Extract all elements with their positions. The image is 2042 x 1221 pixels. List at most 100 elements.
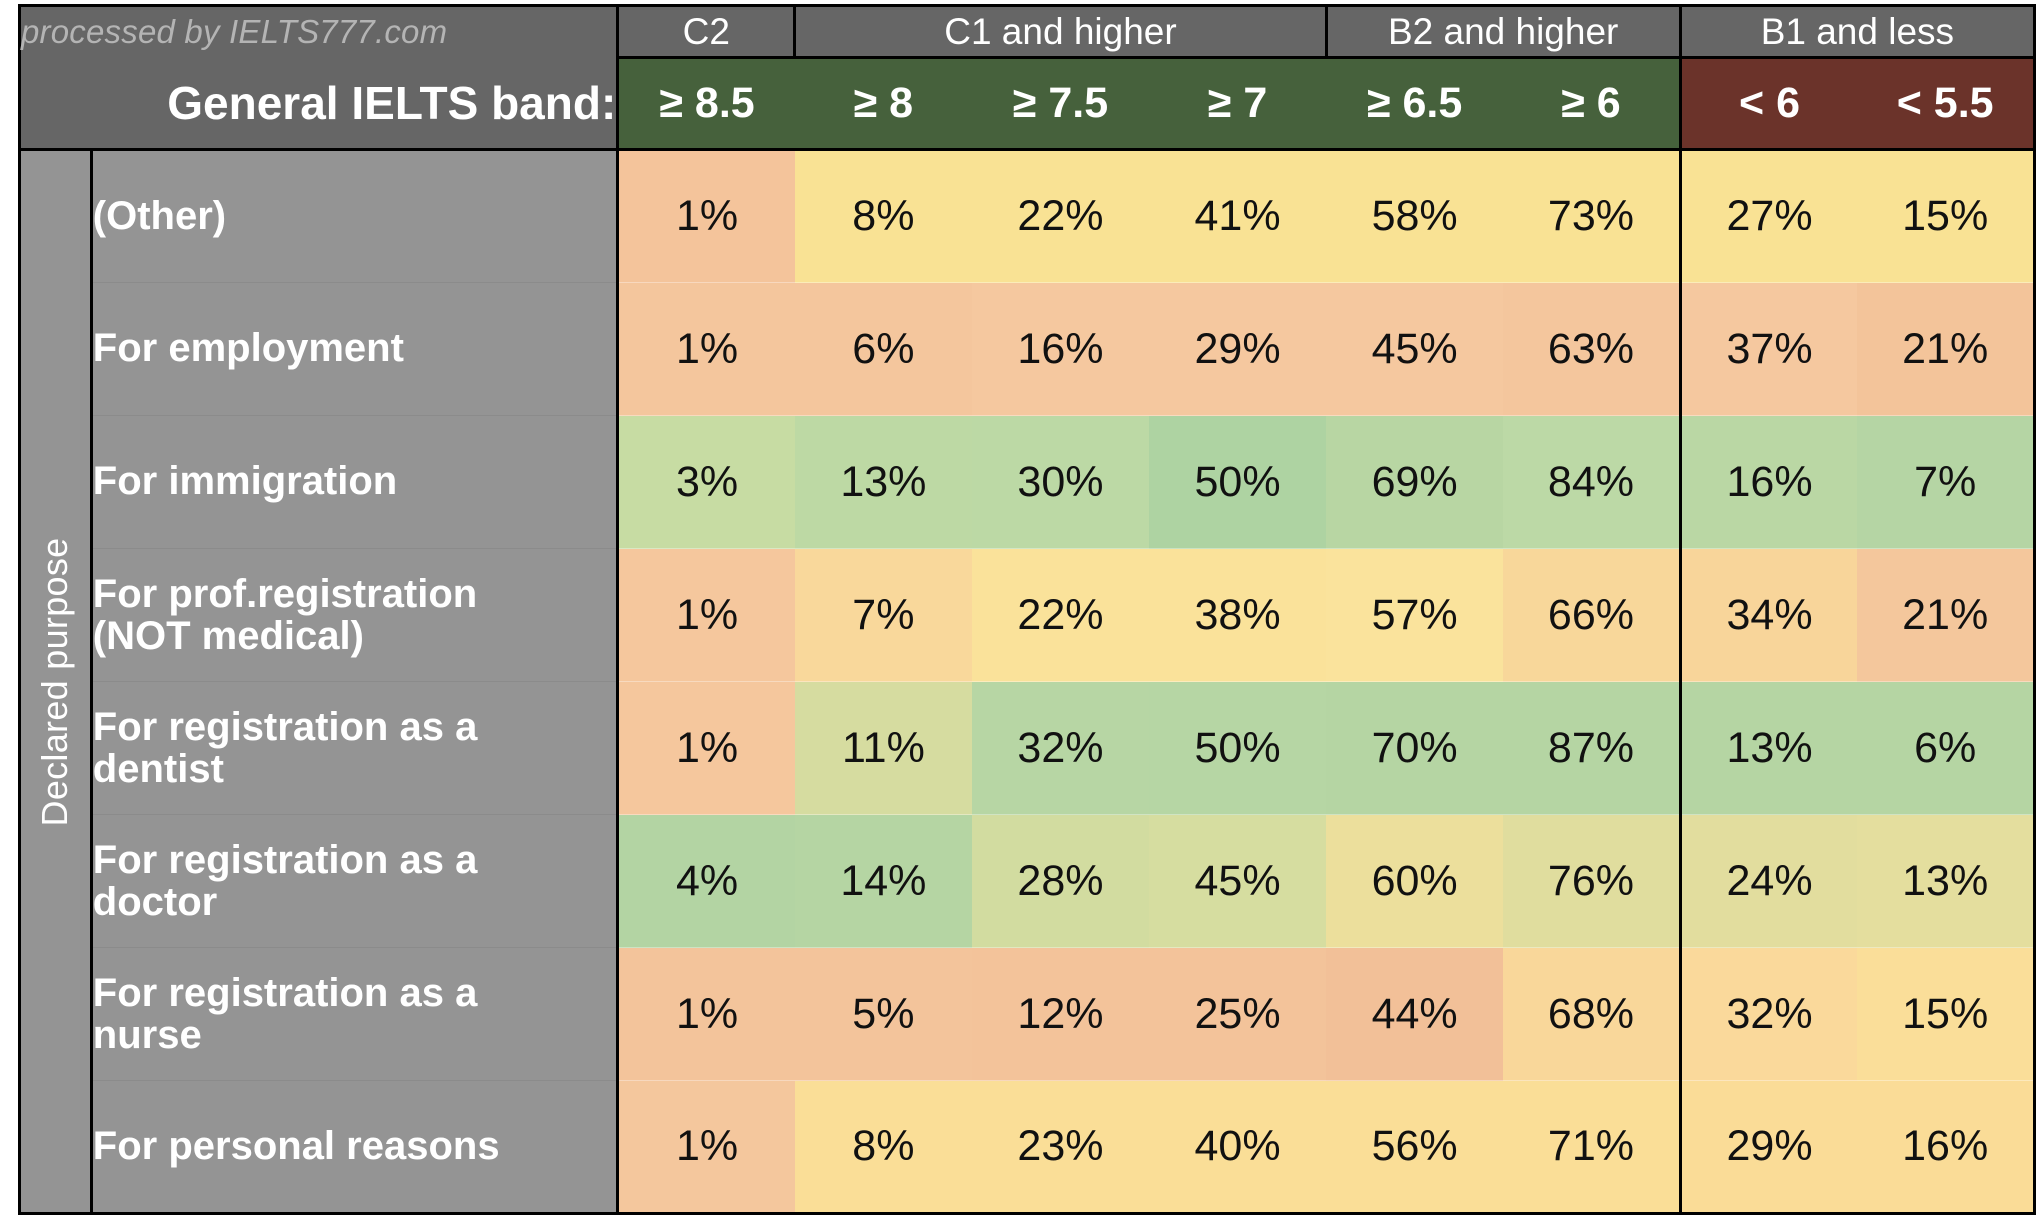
row-label: For prof.registration (NOT medical) [91, 548, 620, 682]
heatmap-cell: 70% [1326, 681, 1504, 815]
row-label: For immigration [91, 415, 620, 549]
watermark-label: processed by IELTS777.com [17, 4, 620, 58]
heatmap-cell: 38% [1149, 548, 1327, 682]
heatmap-cell: 23% [971, 1080, 1149, 1215]
table-row: For prof.registration (NOT medical) 1% 7% 22… [20, 548, 2037, 682]
table-row: For registration as a doctor 4% 14% 28% 45% 60… [20, 814, 2037, 948]
heatmap-cell: 63% [1503, 282, 1682, 416]
heatmap-cell: 25% [1149, 947, 1327, 1081]
heatmap-cell: 13% [1857, 814, 2037, 948]
row-label-line: For personal reasons [92, 1123, 500, 1168]
heatmap-cell: 1% [616, 947, 795, 1081]
heatmap-cell: 12% [971, 947, 1149, 1081]
heatmap-cell: 84% [1503, 415, 1682, 549]
row-label: (Other) [91, 149, 620, 283]
row-label-line: (Other) [92, 193, 227, 238]
row-axis-label: Declared purpose [18, 149, 93, 1215]
row-label-line: For registration as a [92, 838, 478, 882]
heatmap-cell: 5% [794, 947, 972, 1081]
heatmap-cell: 1% [616, 548, 795, 682]
heatmap-cell: 29% [1149, 282, 1327, 416]
heatmap-cell: 32% [1680, 947, 1858, 1081]
heatmap-cell: 41% [1149, 149, 1327, 283]
band-group-c2: C2 [616, 4, 797, 59]
row-label-line: (NOT medical) [92, 614, 364, 658]
heatmap-cell: 50% [1149, 681, 1327, 815]
table-row: Declared purpose (Other) 1% 8% 22% 41% 58% 73% 2… [18, 149, 2037, 1215]
heatmap-cell: 1% [616, 681, 795, 815]
heatmap-cell: 22% [971, 548, 1149, 682]
table-row: For immigration 3% 13% 30% 50% 69% 84% 16% 7% [20, 415, 2037, 549]
heatmap-cell: 15% [1857, 947, 2037, 1081]
heatmap-cell: 16% [1680, 415, 1858, 549]
heatmap-cell: 37% [1680, 282, 1858, 416]
column-header-ge-8-5: ≥ 8.5 [616, 56, 795, 151]
heatmap-cell: 16% [1857, 1080, 2037, 1215]
table-row: For employment 1% 6% 16% 29% 45% 63% 37% 21% [20, 282, 2037, 416]
column-header-ge-7-5: ≥ 7.5 [971, 56, 1149, 151]
column-header-ge-6: ≥ 6 [1503, 56, 1682, 151]
table-row: For registration as a dentist 1% 11% 32% 50% 7… [20, 681, 2037, 815]
heatmap-cell: 14% [794, 814, 972, 948]
heatmap-cell: 13% [1680, 681, 1858, 815]
heatmap-cell: 16% [971, 282, 1149, 416]
heatmap-cell: 3% [616, 415, 795, 549]
heatmap-cell: 24% [1680, 814, 1858, 948]
heatmap-cell: 68% [1503, 947, 1682, 1081]
heatmap-cell: 30% [971, 415, 1149, 549]
heatmap-cell: 57% [1326, 548, 1504, 682]
row-label-line: nurse [92, 1013, 202, 1057]
table-row: For personal reasons 1% 8% 23% 40% 56% 71% 29% 1… [20, 1080, 2037, 1215]
heatmap-cell: 28% [971, 814, 1149, 948]
heatmap-cell: 21% [1857, 548, 2037, 682]
heatmap-cell: 87% [1503, 681, 1682, 815]
spreadsheet-canvas: processed by IELTS777.com C2 C1 and high… [0, 0, 2042, 1221]
row-label-line: For registration as a [92, 971, 478, 1015]
row-label-line: dentist [92, 747, 224, 791]
row-axis-label-text: Declared purpose [34, 537, 76, 826]
heatmap-cell: 1% [616, 282, 795, 416]
heatmap-cell: 4% [616, 814, 795, 948]
band-group-header-row: processed by IELTS777.com C2 C1 and high… [17, 4, 2037, 59]
row-label: For registration as a nurse [91, 947, 620, 1081]
band-threshold-header-row: General IELTS band: ≥ 8.5 ≥ 8 ≥ 7.5 ≥ 7 … [17, 56, 2037, 151]
heatmap-cell: 21% [1857, 282, 2037, 416]
band-group-c1-and-higher: C1 and higher [793, 4, 1328, 59]
heatmap-cell: 7% [1857, 415, 2037, 549]
heatmap-cell: 29% [1680, 1080, 1858, 1215]
heatmap-cell: 44% [1326, 947, 1504, 1081]
row-label-line: For employment [92, 326, 404, 371]
band-group-b2-and-higher: B2 and higher [1324, 4, 1682, 59]
heatmap-cell: 40% [1149, 1080, 1327, 1215]
heatmap-cell: 32% [971, 681, 1149, 815]
heatmap-cell: 7% [794, 548, 972, 682]
heatmap-cell: 71% [1503, 1080, 1682, 1215]
row-label: For personal reasons [91, 1080, 620, 1215]
heatmap-cell: 15% [1857, 149, 2037, 283]
heatmap-cell: 11% [794, 681, 972, 815]
heatmap-cell: 1% [616, 1080, 795, 1215]
heatmap-cell: 76% [1503, 814, 1682, 948]
row-label-line: doctor [92, 880, 218, 924]
heatmap-cell: 45% [1149, 814, 1327, 948]
table-row: For registration as a nurse 1% 5% 12% 25% 44% 6… [20, 947, 2037, 1081]
heatmap-cell: 73% [1503, 149, 1682, 283]
heatmap-cell: 66% [1503, 548, 1682, 682]
heatmap-cell: 56% [1326, 1080, 1504, 1215]
row-label: For employment [91, 282, 620, 416]
column-header-ge-7: ≥ 7 [1149, 56, 1327, 151]
heatmap-cell: 6% [794, 282, 972, 416]
heatmap-cell: 6% [1857, 681, 2037, 815]
row-label-line: For registration as a [92, 705, 478, 749]
ielts-band-heatmap-table: processed by IELTS777.com C2 C1 and high… [17, 4, 2037, 1215]
row-label-line: For prof.registration [92, 572, 478, 616]
heatmap-cell: 58% [1326, 149, 1504, 283]
heatmap-cell: 22% [971, 149, 1149, 283]
row-label: For registration as a doctor [91, 814, 620, 948]
row-label: For registration as a dentist [91, 681, 620, 815]
heatmap-cell: 8% [794, 1080, 972, 1215]
heatmap-cell: 50% [1149, 415, 1327, 549]
column-header-ge-6-5: ≥ 6.5 [1326, 56, 1504, 151]
row-label-line: For immigration [92, 459, 398, 504]
heatmap-cell: 1% [616, 149, 795, 283]
